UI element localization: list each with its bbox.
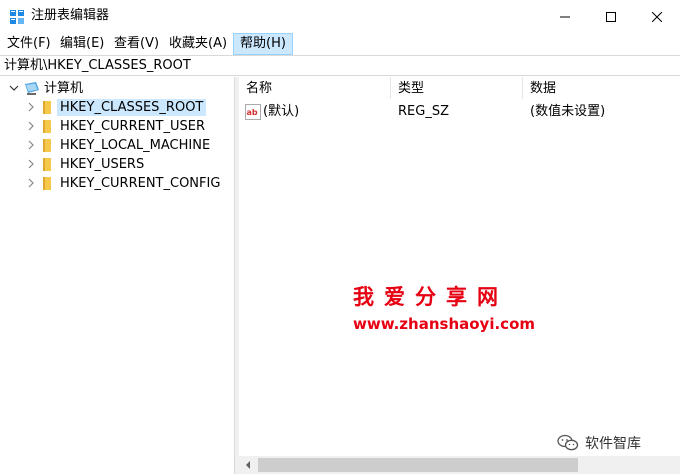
column-header-name[interactable]: 名称: [239, 77, 391, 99]
tree-root-computer[interactable]: 计算机: [0, 79, 235, 98]
value-data: (数值未设置): [530, 104, 606, 119]
tree-item-hkcc[interactable]: HKEY_CURRENT_CONFIG: [0, 174, 235, 193]
menu-bar: 文件(F) 编辑(E) 查看(V) 收藏夹(A) 帮助(H): [0, 33, 680, 55]
tree-item-hku[interactable]: HKEY_USERS: [0, 155, 235, 174]
value-name: (默认): [263, 104, 300, 119]
registry-editor-icon: [9, 9, 25, 25]
tree-item-hkcu[interactable]: HKEY_CURRENT_USER: [0, 117, 235, 136]
wechat-badge: 软件智库: [557, 432, 641, 454]
address-path[interactable]: 计算机\HKEY_CLASSES_ROOT: [4, 58, 191, 74]
chevron-right-icon[interactable]: [25, 120, 37, 132]
scroll-left-icon[interactable]: [239, 456, 256, 474]
menu-favorites[interactable]: 收藏夹(A): [163, 33, 233, 55]
chevron-right-icon[interactable]: [25, 177, 37, 189]
address-bar[interactable]: 计算机\HKEY_CLASSES_ROOT: [0, 55, 680, 76]
scrollbar-thumb[interactable]: [258, 458, 578, 472]
menu-view[interactable]: 查看(V): [108, 33, 165, 55]
tree-item-hkcr[interactable]: HKEY_CLASSES_ROOT: [0, 98, 235, 117]
window-title: 注册表编辑器: [31, 8, 110, 23]
folder-icon: [40, 100, 56, 115]
values-list-pane[interactable]: 名称 类型 数据 ab (默认) REG_SZ (数值未设置): [239, 77, 680, 474]
horizontal-scrollbar[interactable]: [239, 456, 680, 474]
maximize-icon: [606, 11, 616, 22]
badge-text: 软件智库: [585, 436, 641, 452]
menu-help[interactable]: 帮助(H): [233, 33, 293, 55]
folder-icon: [40, 157, 56, 172]
tree-item-label[interactable]: HKEY_CURRENT_CONFIG: [57, 175, 223, 192]
close-button[interactable]: [634, 0, 680, 33]
wechat-icon: [557, 434, 579, 451]
column-header-type[interactable]: 类型: [391, 77, 523, 99]
computer-icon: [24, 81, 40, 96]
chevron-right-icon[interactable]: [25, 101, 37, 113]
menu-edit[interactable]: 编辑(E): [54, 33, 110, 55]
title-bar[interactable]: 注册表编辑器: [0, 0, 680, 33]
chevron-down-icon[interactable]: [8, 82, 20, 94]
folder-icon: [40, 176, 56, 191]
tree-item-hklm[interactable]: HKEY_LOCAL_MACHINE: [0, 136, 235, 155]
close-icon: [652, 11, 662, 22]
tree-pane[interactable]: 计算机 HKEY_CLASSES_ROOT HKEY_CURRENT_USER …: [0, 77, 235, 474]
watermark-title: 我爱分享网: [353, 285, 508, 309]
tree-item-label[interactable]: HKEY_LOCAL_MACHINE: [57, 137, 213, 154]
folder-icon: [40, 119, 56, 134]
tree-item-label[interactable]: HKEY_CLASSES_ROOT: [57, 99, 207, 116]
column-header-data[interactable]: 数据: [523, 77, 680, 99]
watermark-url: www.zhanshaoyi.com: [353, 315, 535, 333]
menu-file[interactable]: 文件(F): [1, 33, 57, 55]
folder-icon: [40, 138, 56, 153]
svg-text:ab: ab: [247, 108, 258, 117]
minimize-button[interactable]: [542, 0, 588, 33]
value-type: REG_SZ: [398, 104, 449, 119]
string-value-icon: ab: [245, 104, 261, 120]
chevron-right-icon[interactable]: [25, 139, 37, 151]
maximize-button[interactable]: [588, 0, 634, 33]
tree-item-label[interactable]: HKEY_USERS: [57, 156, 147, 173]
minimize-icon: [560, 16, 570, 17]
tree-item-label[interactable]: HKEY_CURRENT_USER: [57, 118, 208, 135]
list-item[interactable]: ab (默认) REG_SZ (数值未设置): [239, 102, 680, 122]
tree-root-label: 计算机: [44, 81, 84, 96]
chevron-right-icon[interactable]: [25, 158, 37, 170]
